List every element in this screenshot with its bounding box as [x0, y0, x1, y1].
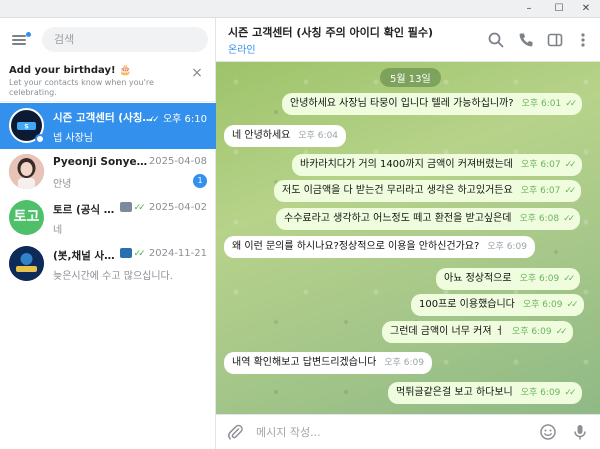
message-bubble-incoming[interactable]: 네 안녕하세요 오후 6:04: [224, 125, 347, 147]
message-bubble-outgoing[interactable]: 바카라치다가 거의 1400까지 금액이 커져버렸는데 오후 6:07 ✓✓: [292, 154, 582, 176]
search-input[interactable]: [42, 27, 208, 52]
birthday-subtitle: Let your contacts know when you're celeb…: [9, 78, 154, 97]
attach-icon[interactable]: [226, 423, 244, 441]
date-divider: 5월 13일: [380, 68, 441, 87]
read-check-icon: ✓✓: [563, 214, 575, 224]
sidebar-toggle-icon[interactable]: [546, 31, 564, 49]
read-check-icon: ✓✓: [133, 203, 146, 213]
read-check-icon: ✓✓: [565, 99, 577, 109]
notification-dot: [26, 32, 31, 37]
message-input[interactable]: [256, 421, 526, 443]
chat-preview: 네: [53, 225, 63, 236]
message-bubble-outgoing[interactable]: 그런데 금액이 너무 커져 ㅓ 오후 6:09 ✓✓: [382, 321, 573, 343]
birthday-banner[interactable]: Add your birthday! 🎂 Let your contacts k…: [0, 60, 216, 102]
message-bubble-outgoing[interactable]: 수수료라고 생각하고 어느정도 떼고 환전을 받고싶은데 오후 6:08 ✓✓: [276, 208, 581, 230]
message-area[interactable]: 5월 13일 안녕하세요 사장님 타뭉이 입니다 텔레 가능하십니까? 오후 6:…: [216, 62, 600, 414]
online-indicator: [35, 134, 45, 144]
read-check-icon: ✓✓: [566, 300, 579, 310]
close-icon[interactable]: ×: [191, 66, 203, 80]
chat-time: ✓✓ 2024-11-21: [119, 248, 207, 259]
more-options-icon[interactable]: [574, 31, 592, 49]
channel-logo-icon: [9, 246, 44, 281]
window-titlebar: – ☐ ✕: [0, 0, 600, 18]
unread-badge: 1: [193, 174, 207, 188]
avatar: [9, 154, 44, 189]
avatar: [9, 246, 44, 281]
read-check-icon: ✓✓: [563, 274, 575, 284]
read-check-icon: ✓✓: [133, 249, 146, 259]
chat-name: Pyeonji Sonyeoui: [53, 156, 153, 168]
message-bubble-outgoing[interactable]: 100프로 이용했습니다 오후 6:09 ✓✓: [411, 294, 584, 316]
chat-preview: 안녕: [53, 179, 72, 190]
phone-icon[interactable]: [517, 31, 535, 49]
birthday-title: Add your birthday! 🎂: [9, 65, 132, 76]
chat-time: ✓✓ 2025-04-02: [119, 202, 207, 213]
read-check-icon: ✓✓: [147, 115, 160, 125]
chat-sidebar: Add your birthday! 🎂 Let your contacts k…: [0, 18, 216, 449]
chat-status: 온라인: [228, 45, 256, 56]
chat-title: 시즌 고객센터 (사칭 주의 아이디 확인 필수): [228, 26, 434, 39]
chat-time: 2025-04-08: [148, 156, 207, 167]
chat-item-season-support[interactable]: S 시즌 고객센터 (사칭... ✓✓ 오후 6:10 넵 사장님: [0, 103, 216, 149]
person-photo-icon: [9, 154, 44, 189]
minimize-button[interactable]: –: [515, 1, 543, 17]
message-bubble-outgoing[interactable]: 안녕하세요 사장님 타뭉이 입니다 텔레 가능하십니까? 오후 6:01 ✓✓: [282, 93, 583, 115]
chat-preview: 늦은시간에 수고 많으십니다.: [53, 271, 173, 282]
chat-time: ✓✓ 오후 6:10: [147, 114, 207, 125]
message-bubble-outgoing[interactable]: 아뇨 정상적으로 오후 6:09 ✓✓: [436, 268, 581, 290]
hamburger-menu-icon[interactable]: [12, 32, 31, 46]
read-check-icon: ✓✓: [564, 186, 576, 196]
chat-name: 시즌 고객센터 (사칭...: [53, 112, 153, 124]
chat-item-thor[interactable]: 토고 토르 (공식 고... ✓✓ 2025-04-02 네: [0, 195, 216, 241]
microphone-icon[interactable]: [571, 423, 589, 441]
avatar-logo-text: S: [24, 124, 28, 131]
sender-avatar-icon: [119, 202, 132, 212]
maximize-button[interactable]: ☐: [545, 1, 573, 17]
message-bubble-outgoing[interactable]: 저도 이금액을 다 받는건 무리라고 생각은 하고있거든요 오후 6:07 ✓✓: [274, 180, 582, 202]
telegram-window: – ☐ ✕ Add your birthday! 🎂 Let your cont…: [0, 0, 600, 449]
read-check-icon: ✓✓: [555, 327, 568, 337]
chat-header[interactable]: 시즌 고객센터 (사칭 주의 아이디 확인 필수) 온라인: [216, 18, 600, 62]
message-composer: [216, 414, 600, 449]
close-window-button[interactable]: ✕: [572, 1, 600, 17]
sender-avatar-icon: [119, 248, 132, 258]
chat-name: (봇,채널 사칭...: [53, 250, 123, 262]
avatar: 토고: [9, 200, 44, 235]
read-check-icon: ✓✓: [564, 388, 576, 398]
search-icon[interactable]: [487, 31, 505, 49]
message-bubble-incoming[interactable]: 왜 이런 문의를 하시나요?정상적으로 이용을 안하신건가요? 오후 6:09: [224, 236, 535, 258]
chat-item-pyeonji[interactable]: Pyeonji Sonyeoui 2025-04-08 안녕 1: [0, 149, 216, 195]
chat-name: 토르 (공식 고...: [53, 204, 115, 216]
read-check-icon: ✓✓: [564, 160, 577, 170]
chat-preview: 넵 사장님: [53, 133, 93, 144]
message-bubble-incoming[interactable]: 내역 확인해보고 답변드리겠습니다 오후 6:09: [224, 352, 432, 374]
emoji-icon[interactable]: [539, 423, 557, 441]
chat-item-bot-channel[interactable]: (봇,채널 사칭... ✓✓ 2024-11-21 늦은시간에 수고 많으십니다…: [0, 241, 216, 287]
chat-panel: 시즌 고객센터 (사칭 주의 아이디 확인 필수) 온라인 5월 13일 안녕하…: [216, 18, 600, 449]
message-bubble-outgoing[interactable]: 먹튀글같은걸 보고 하다보니 오후 6:09 ✓✓: [388, 382, 582, 404]
